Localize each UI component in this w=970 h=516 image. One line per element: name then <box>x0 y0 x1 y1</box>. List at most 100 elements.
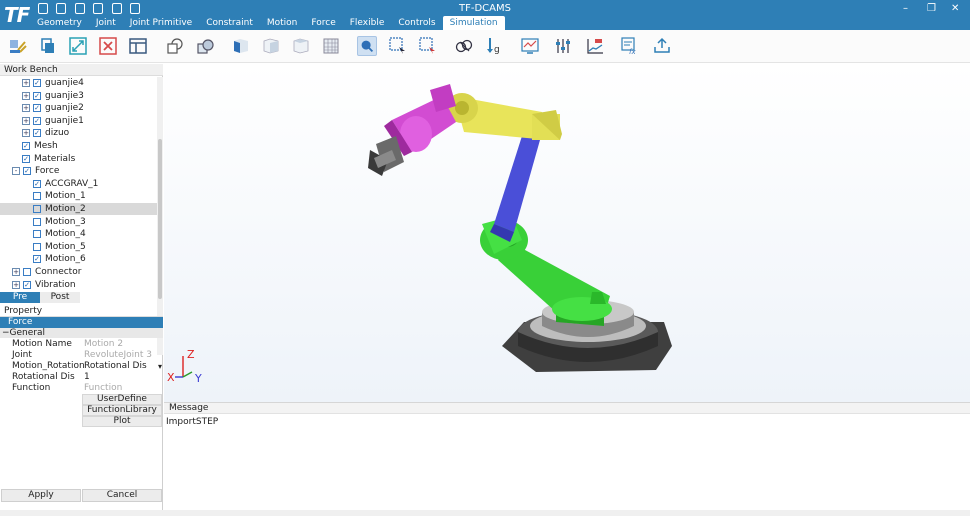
copy-icon[interactable] <box>38 36 58 56</box>
robot-arm-model[interactable] <box>164 64 970 402</box>
zoom-select-icon[interactable] <box>357 36 377 56</box>
function-library-button[interactable]: FunctionLibrary <box>82 405 162 416</box>
tree-item-guanjie1[interactable]: + ✓ guanjie1 <box>0 115 158 127</box>
tab-geometry[interactable]: Geometry <box>30 16 89 30</box>
tab-flexible[interactable]: Flexible <box>343 16 392 30</box>
property-section-force[interactable]: Force <box>0 317 163 328</box>
reset-view-icon[interactable] <box>98 36 118 56</box>
tab-controls[interactable]: Controls <box>391 16 442 30</box>
plot-results-icon[interactable] <box>520 36 540 56</box>
tree-item-label: Motion_5 <box>45 241 86 252</box>
side-view-icon[interactable] <box>261 36 281 56</box>
tree-item-accgrav-1[interactable]: ✓ ACCGRAV_1 <box>0 178 158 190</box>
user-define-button[interactable]: UserDefine <box>82 394 162 405</box>
tree-item-dizuo[interactable]: + ✓ dizuo <box>0 127 158 139</box>
expander[interactable]: + <box>12 268 20 276</box>
property-group-general[interactable]: −General <box>0 328 163 338</box>
checkbox[interactable]: ✓ <box>22 154 30 163</box>
expander[interactable]: + <box>22 129 30 138</box>
tree-item-guanjie2[interactable]: + ✓ guanjie2 <box>0 102 158 114</box>
restore-button[interactable]: ❐ <box>927 3 936 14</box>
group-label: General <box>9 328 46 338</box>
tab-pre[interactable]: Pre <box>0 292 40 303</box>
tree-item-motion-6[interactable]: ✓ Motion_6 <box>0 253 158 265</box>
tree-item-motion-5[interactable]: Motion_5 <box>0 241 158 253</box>
expander[interactable]: + <box>22 104 30 113</box>
motion-rotation-select[interactable]: Rotational Dis <box>84 361 147 372</box>
3d-viewport[interactable] <box>164 64 970 402</box>
mesh-view-icon[interactable] <box>321 36 341 56</box>
expander[interactable]: + <box>12 280 20 289</box>
contact-icon[interactable] <box>454 36 474 56</box>
expander[interactable]: + <box>22 79 30 87</box>
checkbox[interactable]: ✓ <box>23 167 31 176</box>
tree-item-motion-2[interactable]: Motion_2 <box>0 203 158 215</box>
tree-item-motion-1[interactable]: Motion_1 <box>0 190 158 202</box>
panel-tabs: Pre Post <box>0 292 80 303</box>
checkbox[interactable]: ✓ <box>33 179 41 188</box>
tree-item-materials[interactable]: ✓ Materials <box>0 153 158 165</box>
checkbox[interactable]: ✓ <box>33 104 41 113</box>
plot-button[interactable]: Plot <box>82 416 162 427</box>
message-panel: Message ImportSTEP <box>164 402 970 516</box>
expander[interactable]: + <box>22 91 30 100</box>
function-editor-icon[interactable]: fx <box>620 36 640 56</box>
tab-constraint[interactable]: Constraint <box>199 16 260 30</box>
shaded-shape-icon[interactable] <box>195 36 215 56</box>
window-layout-icon[interactable] <box>128 36 148 56</box>
checkbox[interactable]: ✓ <box>33 129 41 138</box>
tree-item-motion-4[interactable]: Motion_4 <box>0 228 158 240</box>
tree-item-mesh[interactable]: ✓ Mesh <box>0 140 158 152</box>
property-row-rotational-dis: Rotational Dis 1 <box>6 372 163 383</box>
tree-item-connector[interactable]: + Connector <box>0 266 158 278</box>
wireframe-shape-icon[interactable] <box>165 36 185 56</box>
model-tree-icon[interactable] <box>8 36 28 56</box>
deselect-icon[interactable] <box>418 36 438 56</box>
checkbox[interactable]: ✓ <box>33 255 41 264</box>
cancel-button[interactable]: Cancel <box>82 489 162 502</box>
gravity-icon[interactable]: g <box>484 36 504 56</box>
checkbox[interactable] <box>23 268 31 276</box>
top-view-icon[interactable] <box>291 36 311 56</box>
expander[interactable]: - <box>12 167 20 176</box>
checkbox[interactable]: ✓ <box>33 79 41 87</box>
checkbox[interactable]: ✓ <box>23 280 31 289</box>
checkbox[interactable] <box>33 242 41 251</box>
axis-triad: Z X Y <box>167 348 202 385</box>
tab-post[interactable]: Post <box>40 292 80 303</box>
front-view-icon[interactable] <box>231 36 251 56</box>
checkbox[interactable] <box>33 217 41 226</box>
checkbox[interactable]: ✓ <box>22 142 30 150</box>
expander[interactable]: + <box>22 116 30 125</box>
export-results-icon[interactable] <box>652 36 672 56</box>
robot-middle-link[interactable] <box>490 136 540 242</box>
tree-item-guanjie3[interactable]: + ✓ guanjie3 <box>0 90 158 102</box>
tab-motion[interactable]: Motion <box>260 16 305 30</box>
fit-view-icon[interactable] <box>68 36 88 56</box>
checkbox[interactable] <box>33 192 41 201</box>
robot-upper-link[interactable] <box>446 93 562 140</box>
box-select-icon[interactable] <box>388 36 408 56</box>
parameters-icon[interactable] <box>553 36 573 56</box>
ribbon-tabs: Geometry Joint Joint Primitive Constrain… <box>30 16 505 30</box>
checkbox[interactable]: ✓ <box>33 116 41 125</box>
tab-joint[interactable]: Joint <box>89 16 123 30</box>
tree-item-motion-3[interactable]: Motion_3 <box>0 216 158 228</box>
curve-icon[interactable] <box>585 36 605 56</box>
minimize-button[interactable]: – <box>903 3 908 14</box>
tree-item-force[interactable]: - ✓ Force <box>0 165 158 177</box>
tree-item-guanjie4[interactable]: + ✓ guanjie4 <box>0 77 158 89</box>
apply-button[interactable]: Apply <box>1 489 81 502</box>
toolbar: g fx <box>0 30 970 63</box>
checkbox[interactable] <box>33 230 41 239</box>
chevron-down-icon[interactable]: ▾ <box>158 361 162 372</box>
checkbox[interactable] <box>33 205 41 213</box>
rotational-dis-input[interactable]: 1 <box>84 372 90 383</box>
tab-joint-primitive[interactable]: Joint Primitive <box>123 16 199 30</box>
checkbox[interactable]: ✓ <box>33 91 41 100</box>
scrollbar-thumb[interactable] <box>158 139 162 299</box>
tab-simulation[interactable]: Simulation <box>442 16 505 30</box>
tree-item-vibration[interactable]: + ✓ Vibration <box>0 279 158 291</box>
close-button[interactable]: ✕ <box>951 3 959 14</box>
tab-force[interactable]: Force <box>304 16 342 30</box>
